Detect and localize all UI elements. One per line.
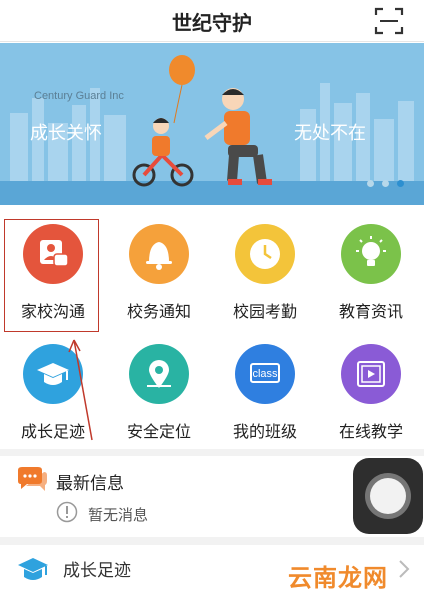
info-icon xyxy=(56,501,78,523)
watermark-text: 云南龙网 xyxy=(288,564,388,592)
grid-item-my-class[interactable]: class 我的班级 xyxy=(212,326,318,446)
scan-icon[interactable] xyxy=(374,6,404,36)
carousel-dots[interactable] xyxy=(367,180,404,187)
grid-item-label: 安全定位 xyxy=(126,422,191,441)
chat-bubbles-icon xyxy=(18,467,47,491)
carousel-dot-active[interactable] xyxy=(397,180,404,187)
grid-item-label: 校园考勤 xyxy=(232,302,297,321)
lightbulb-icon xyxy=(341,224,401,284)
grid-item-online-teaching[interactable]: 在线教学 xyxy=(318,326,424,446)
clock-icon xyxy=(235,224,295,284)
map-pin-icon xyxy=(129,344,189,404)
graduation-cap-icon xyxy=(18,558,48,580)
grid-item-attendance[interactable]: 校园考勤 xyxy=(212,206,318,326)
grid-item-label: 我的班级 xyxy=(232,422,297,441)
carousel-dot[interactable] xyxy=(367,180,374,187)
class-icon: class xyxy=(235,344,295,404)
banner-carousel[interactable]: Century Guard Inc 成长关怀 无处不在 xyxy=(0,43,424,205)
bell-icon xyxy=(129,224,189,284)
class-icon-text: class xyxy=(252,368,278,380)
highlight-box xyxy=(4,219,99,332)
banner-slogan-left: 成长关怀 xyxy=(30,123,102,144)
grid-item-label: 校务通知 xyxy=(126,302,191,321)
empty-message: 暂无消息 xyxy=(88,506,149,524)
grid-item-location[interactable]: 安全定位 xyxy=(106,326,212,446)
latest-news-title: 最新信息 xyxy=(56,474,124,494)
growth-footprint-title: 成长足迹 xyxy=(63,561,131,581)
carousel-dot[interactable] xyxy=(382,180,389,187)
page-title: 世纪守护 xyxy=(172,11,252,35)
banner-brand: Century Guard Inc xyxy=(34,90,124,102)
section-divider xyxy=(0,537,424,545)
grid-item-label: 教育资讯 xyxy=(338,302,403,321)
arrow-annotation xyxy=(68,339,93,441)
watermark: 云南龙网 xyxy=(288,556,424,596)
banner-slogan-right: 无处不在 xyxy=(294,123,366,144)
grid-item-edu-news[interactable]: 教育资讯 xyxy=(318,206,424,326)
assistive-touch-center xyxy=(370,478,406,514)
grid-item-label: 在线教学 xyxy=(338,422,403,441)
assistive-touch-button[interactable] xyxy=(353,458,423,534)
video-play-icon xyxy=(341,344,401,404)
grid-item-school-notice[interactable]: 校务通知 xyxy=(106,206,212,326)
top-bar: 世纪守护 xyxy=(0,0,424,42)
